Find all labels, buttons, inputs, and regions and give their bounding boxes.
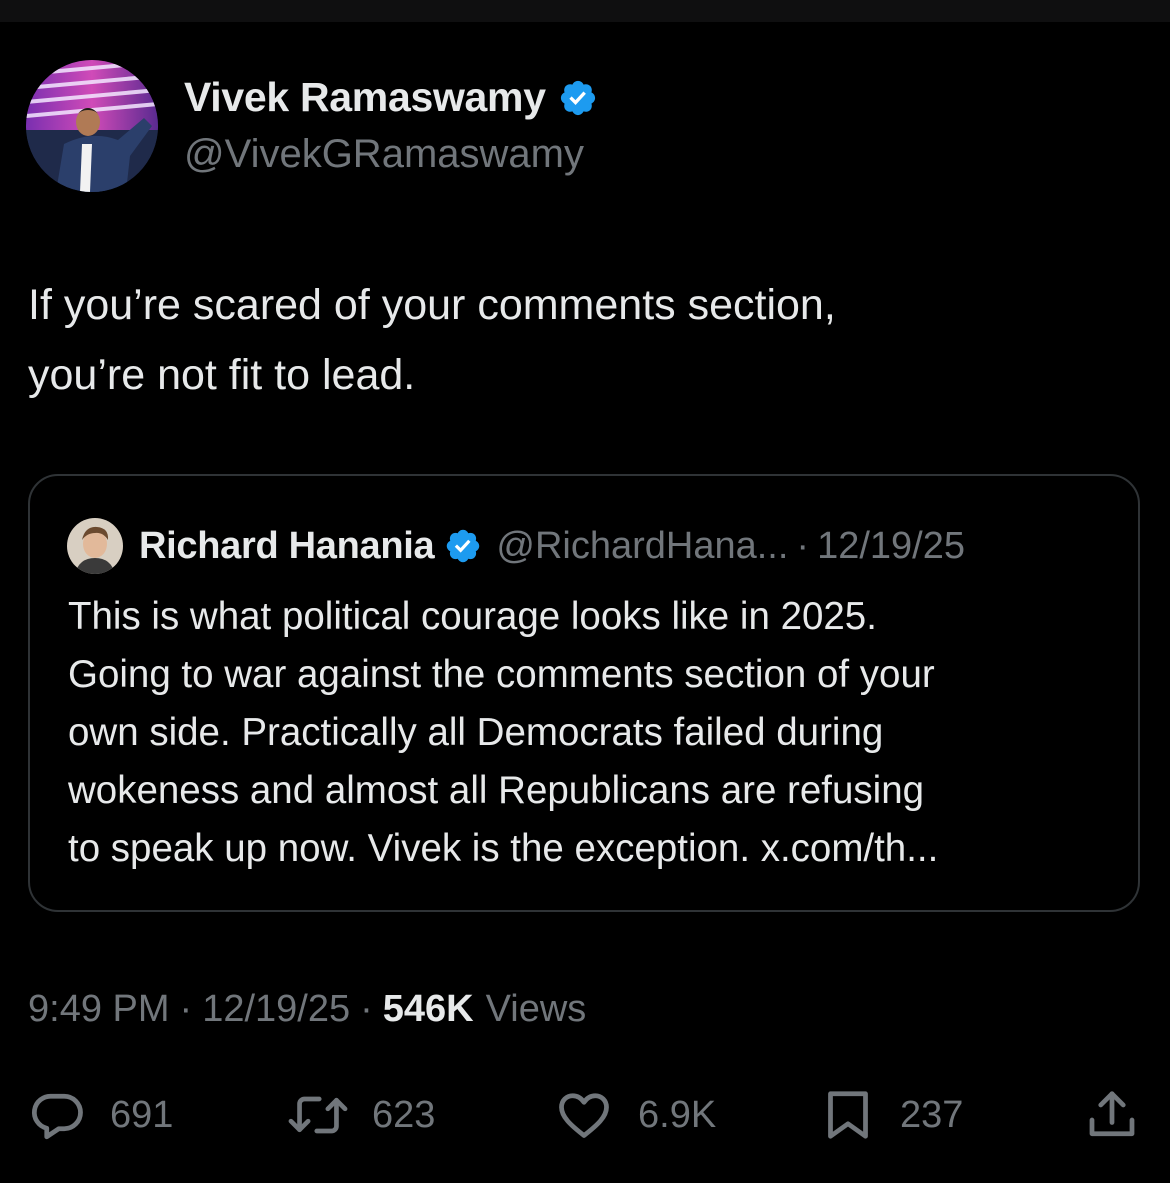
tweet-meta: 9:49 PM · 12/19/25 · 546K Views (28, 988, 586, 1031)
verified-badge-icon (447, 529, 480, 563)
share-icon (1089, 1091, 1135, 1137)
quoted-text-line: Going to war against the comments sectio… (68, 653, 935, 696)
quoted-author-handle: @RichardHana... (496, 524, 789, 567)
quoted-date: 12/19/25 (817, 524, 965, 567)
bookmark-icon (828, 1091, 868, 1139)
views-label[interactable]: Views (486, 988, 587, 1031)
quoted-text-line: own side. Practically all Democrats fail… (68, 711, 884, 754)
reply-icon (31, 1093, 83, 1140)
tweet-text: If you’re scared of your comments sectio… (28, 270, 1128, 410)
repost-icon (288, 1096, 348, 1134)
author-name-row: Vivek Ramaswamy (184, 74, 598, 121)
meta-separator: · (360, 988, 373, 1030)
quoted-author-avatar (67, 518, 123, 574)
repost-button[interactable]: 623 (286, 1082, 435, 1148)
action-bar: 691 623 6.9K 237 (0, 1082, 1170, 1148)
status-bar-strip (0, 0, 1170, 22)
share-button[interactable] (1082, 1082, 1142, 1148)
heart-icon (559, 1093, 609, 1138)
bookmark-count: 237 (900, 1093, 964, 1136)
quoted-tweet-text: This is what political courage looks lik… (68, 588, 1128, 878)
quoted-separator: · (796, 524, 810, 567)
quoted-author-name: Richard Hanania (139, 524, 435, 567)
reply-count: 691 (110, 1093, 174, 1136)
quoted-text-line: to speak up now. Vivek is the exception.… (68, 827, 939, 870)
views-count[interactable]: 546K (383, 988, 474, 1031)
bookmark-button[interactable]: 237 (818, 1082, 963, 1148)
repost-count: 623 (372, 1093, 436, 1136)
verified-badge-icon (560, 80, 595, 115)
tweet-author-header: Vivek Ramaswamy @VivekGRamaswamy (26, 58, 1126, 198)
quoted-text-line: wokeness and almost all Republicans are … (68, 769, 925, 812)
tweet-text-line: If you’re scared of your comments sectio… (28, 281, 836, 329)
quoted-text-line: This is what political courage looks lik… (68, 595, 877, 638)
author-avatar[interactable] (26, 60, 158, 192)
meta-separator: · (179, 988, 193, 1030)
like-button[interactable]: 6.9K (552, 1082, 716, 1148)
author-handle[interactable]: @VivekGRamaswamy (184, 132, 584, 177)
quoted-tweet-card[interactable]: Richard Hanania @RichardHana... · 12/19/… (28, 474, 1140, 912)
tweet-time[interactable]: 9:49 PM (28, 988, 170, 1031)
like-count: 6.9K (638, 1093, 717, 1136)
tweet-date[interactable]: 12/19/25 (202, 988, 350, 1031)
reply-button[interactable]: 691 (28, 1082, 173, 1148)
tweet-text-line: you’re not fit to lead. (28, 351, 416, 399)
quoted-tweet-header: Richard Hanania @RichardHana... · 12/19/… (67, 518, 965, 574)
author-name[interactable]: Vivek Ramaswamy (184, 74, 546, 121)
